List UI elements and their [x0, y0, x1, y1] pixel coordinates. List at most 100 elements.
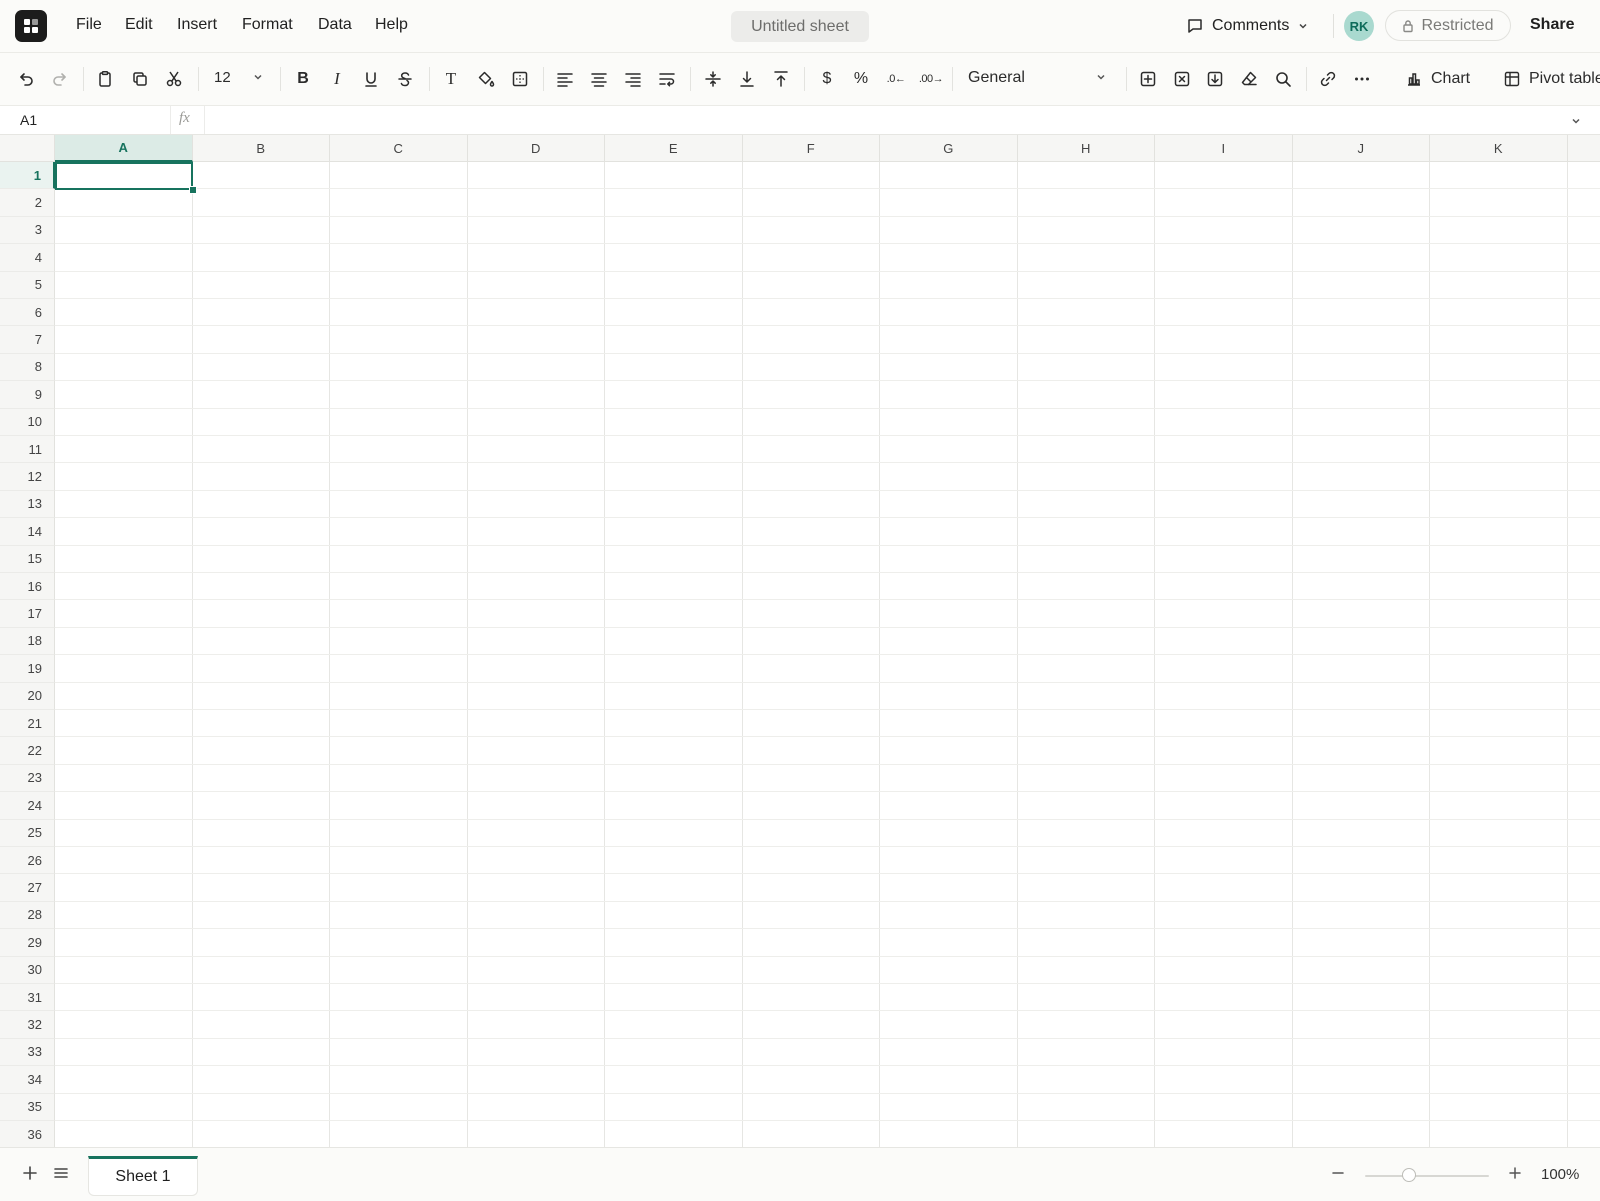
- spreadsheet-grid[interactable]: ABCDEFGHIJK 1234567891011121314151617181…: [0, 135, 1600, 1147]
- number-format-select[interactable]: General: [968, 69, 1025, 87]
- redo-icon[interactable]: [48, 67, 72, 91]
- row-header-19[interactable]: 19: [0, 655, 55, 682]
- row-header-25[interactable]: 25: [0, 820, 55, 847]
- row-header-17[interactable]: 17: [0, 600, 55, 627]
- row-header-6[interactable]: 6: [0, 299, 55, 326]
- column-header-i[interactable]: I: [1155, 135, 1293, 162]
- chart-button[interactable]: Chart: [1406, 67, 1470, 91]
- access-button[interactable]: Restricted: [1385, 10, 1511, 41]
- row-header-35[interactable]: 35: [0, 1094, 55, 1121]
- row-header-11[interactable]: 11: [0, 436, 55, 463]
- chevron-down-icon[interactable]: [1570, 115, 1582, 127]
- clear-format-icon[interactable]: [1237, 67, 1261, 91]
- row-header-15[interactable]: 15: [0, 546, 55, 573]
- add-sheet-icon[interactable]: [21, 1164, 39, 1182]
- bold-icon[interactable]: B: [291, 67, 315, 91]
- align-left-icon[interactable]: [553, 67, 577, 91]
- app-logo-icon[interactable]: [15, 10, 47, 42]
- column-header-b[interactable]: B: [193, 135, 331, 162]
- copy-icon[interactable]: [128, 67, 152, 91]
- column-header-c[interactable]: C: [330, 135, 468, 162]
- increase-decimals-icon[interactable]: .00→: [914, 67, 948, 91]
- row-header-23[interactable]: 23: [0, 765, 55, 792]
- wrap-text-icon[interactable]: [655, 67, 679, 91]
- strikethrough-icon[interactable]: [393, 67, 417, 91]
- row-header-13[interactable]: 13: [0, 491, 55, 518]
- row-header-34[interactable]: 34: [0, 1066, 55, 1093]
- fill-handle[interactable]: [189, 186, 197, 194]
- font-size-select[interactable]: 12: [214, 69, 231, 86]
- menu-file[interactable]: File: [76, 16, 102, 34]
- underline-icon[interactable]: [359, 67, 383, 91]
- row-header-32[interactable]: 32: [0, 1011, 55, 1038]
- row-header-10[interactable]: 10: [0, 409, 55, 436]
- row-header-31[interactable]: 31: [0, 984, 55, 1011]
- row-header-2[interactable]: 2: [0, 189, 55, 216]
- row-header-9[interactable]: 9: [0, 381, 55, 408]
- formula-input[interactable]: [210, 108, 1564, 134]
- sheet-tab[interactable]: Sheet 1: [88, 1156, 198, 1196]
- column-header-f[interactable]: F: [743, 135, 881, 162]
- fill-color-icon[interactable]: [474, 67, 498, 91]
- text-color-icon[interactable]: T: [439, 67, 463, 91]
- row-header-29[interactable]: 29: [0, 929, 55, 956]
- zoom-in-icon[interactable]: [1507, 1165, 1523, 1181]
- link-icon[interactable]: [1316, 67, 1340, 91]
- zoom-slider[interactable]: [1365, 1175, 1489, 1177]
- vertical-align-middle-icon[interactable]: [701, 67, 725, 91]
- percent-icon[interactable]: %: [849, 67, 873, 91]
- zoom-slider-handle[interactable]: [1402, 1168, 1416, 1182]
- currency-icon[interactable]: $: [815, 67, 839, 91]
- column-header-a[interactable]: A: [55, 135, 193, 162]
- row-header-22[interactable]: 22: [0, 737, 55, 764]
- row-header-27[interactable]: 27: [0, 874, 55, 901]
- column-header-j[interactable]: J: [1293, 135, 1431, 162]
- active-cell[interactable]: [55, 162, 193, 190]
- align-right-icon[interactable]: [621, 67, 645, 91]
- delete-cells-icon[interactable]: [1170, 67, 1194, 91]
- cell-reference-box[interactable]: A1: [20, 112, 37, 128]
- search-icon[interactable]: [1271, 67, 1295, 91]
- borders-icon[interactable]: [508, 67, 532, 91]
- menu-data[interactable]: Data: [318, 16, 352, 34]
- document-title[interactable]: Untitled sheet: [731, 11, 869, 42]
- paste-icon[interactable]: [93, 67, 117, 91]
- row-header-28[interactable]: 28: [0, 902, 55, 929]
- decrease-decimals-icon[interactable]: .0←: [881, 67, 911, 91]
- column-header-d[interactable]: D: [468, 135, 606, 162]
- chevron-down-icon[interactable]: [252, 71, 264, 83]
- zoom-level[interactable]: 100%: [1541, 1166, 1579, 1183]
- cell-area[interactable]: [55, 162, 1600, 1147]
- column-header-k[interactable]: K: [1430, 135, 1568, 162]
- sheets-menu-icon[interactable]: [52, 1164, 70, 1182]
- row-header-7[interactable]: 7: [0, 326, 55, 353]
- row-header-5[interactable]: 5: [0, 272, 55, 299]
- menu-insert[interactable]: Insert: [177, 16, 217, 34]
- align-center-icon[interactable]: [587, 67, 611, 91]
- select-all-corner[interactable]: [0, 135, 55, 162]
- row-header-18[interactable]: 18: [0, 628, 55, 655]
- more-icon[interactable]: [1350, 67, 1374, 91]
- vertical-align-top-icon[interactable]: [769, 67, 793, 91]
- row-header-21[interactable]: 21: [0, 710, 55, 737]
- row-header-36[interactable]: 36: [0, 1121, 55, 1147]
- comments-button[interactable]: Comments: [1186, 12, 1309, 40]
- row-header-12[interactable]: 12: [0, 463, 55, 490]
- row-header-16[interactable]: 16: [0, 573, 55, 600]
- column-header-g[interactable]: G: [880, 135, 1018, 162]
- insert-cells-icon[interactable]: [1136, 67, 1160, 91]
- row-header-8[interactable]: 8: [0, 354, 55, 381]
- row-header-26[interactable]: 26: [0, 847, 55, 874]
- row-header-1[interactable]: 1: [0, 162, 55, 189]
- row-header-24[interactable]: 24: [0, 792, 55, 819]
- import-icon[interactable]: [1203, 67, 1227, 91]
- cut-icon[interactable]: [162, 67, 186, 91]
- share-button[interactable]: Share: [1530, 16, 1574, 34]
- row-header-3[interactable]: 3: [0, 217, 55, 244]
- row-header-30[interactable]: 30: [0, 957, 55, 984]
- row-header-4[interactable]: 4: [0, 244, 55, 271]
- row-header-20[interactable]: 20: [0, 683, 55, 710]
- menu-format[interactable]: Format: [242, 16, 293, 34]
- zoom-out-icon[interactable]: [1330, 1165, 1346, 1181]
- row-header-14[interactable]: 14: [0, 518, 55, 545]
